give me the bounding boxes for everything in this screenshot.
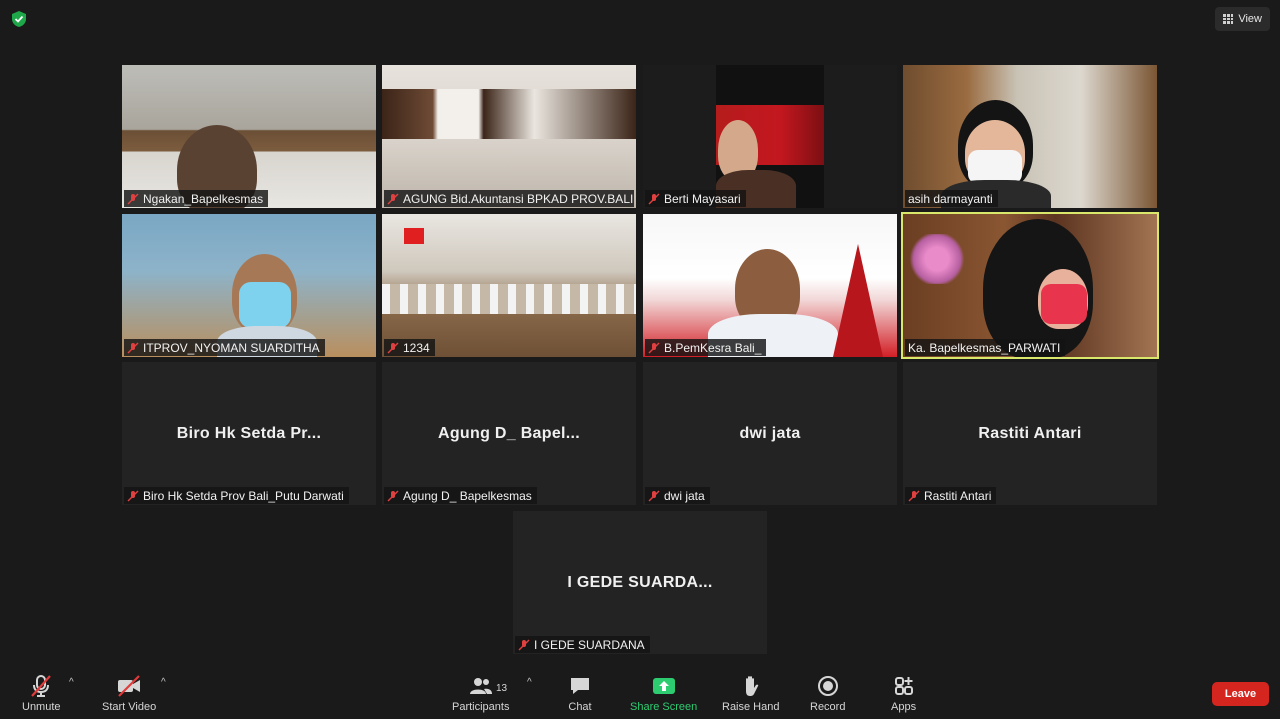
video-tile-3[interactable]: Berti Mayasari xyxy=(643,65,897,208)
share-screen-icon xyxy=(652,678,675,694)
participant-nameplate: Biro Hk Setda Prov Bali_Putu Darwati xyxy=(124,487,349,504)
participant-name: Ngakan_Bapelkesmas xyxy=(143,191,264,206)
participant-nameplate: I GEDE SUARDANA xyxy=(515,636,650,653)
participant-display-name: Agung D_ Bapel... xyxy=(438,424,580,442)
record-icon xyxy=(817,676,838,696)
participant-video xyxy=(643,65,897,208)
apps-icon xyxy=(894,677,913,695)
participant-name: Berti Mayasari xyxy=(664,191,741,206)
chat-icon xyxy=(571,678,589,694)
participant-name: I GEDE SUARDANA xyxy=(534,637,645,652)
participant-name: B.PemKesra Bali_ xyxy=(664,340,762,355)
participant-name: Rastiti Antari xyxy=(924,488,992,503)
mic-muted-icon xyxy=(648,193,660,204)
video-tile-10[interactable]: Agung D_ Bapel... Agung D_ Bapelkesmas xyxy=(382,362,636,505)
participant-nameplate: Ka. Bapelkesmas_PARWATI xyxy=(905,339,1066,356)
participant-nameplate: AGUNG Bid.Akuntansi BPKAD PROV.BALI xyxy=(384,190,634,207)
mic-muted-icon xyxy=(387,193,399,204)
participant-nameplate: dwi jata xyxy=(645,487,710,504)
participant-nameplate: asih darmayanti xyxy=(905,190,998,207)
video-tile-6[interactable]: 1234 xyxy=(382,214,636,357)
participant-video xyxy=(382,214,636,357)
video-tile-9[interactable]: Biro Hk Setda Pr... Biro Hk Setda Prov B… xyxy=(122,362,376,505)
mic-muted-icon xyxy=(908,490,920,501)
participant-nameplate: Ngakan_Bapelkesmas xyxy=(124,190,269,207)
participant-display-name: dwi jata xyxy=(739,424,801,442)
mic-muted-icon xyxy=(387,342,399,353)
raise-hand-icon xyxy=(745,676,759,696)
video-tile-2[interactable]: AGUNG Bid.Akuntansi BPKAD PROV.BALI xyxy=(382,65,636,208)
leave-button[interactable]: Leave xyxy=(1212,682,1269,706)
start-video-label: Start Video xyxy=(102,701,157,713)
participant-video xyxy=(122,65,376,208)
apps-button[interactable]: Apps xyxy=(891,674,916,713)
mic-muted-icon xyxy=(518,639,530,650)
participant-name: AGUNG Bid.Akuntansi BPKAD PROV.BALI xyxy=(403,191,634,206)
meeting-toolbar: Unmute ^ Start Video ^ Participants 13 ^… xyxy=(0,663,1280,719)
video-tile-13[interactable]: I GEDE SUARDA... I GEDE SUARDANA xyxy=(513,511,767,654)
participant-video xyxy=(382,65,636,208)
video-tile-12[interactable]: Rastiti Antari Rastiti Antari xyxy=(903,362,1157,505)
participant-nameplate: B.PemKesra Bali_ xyxy=(645,339,767,356)
video-tile-5[interactable]: ITPROV_NYOMAN SUARDITHA xyxy=(122,214,376,357)
participant-nameplate: ITPROV_NYOMAN SUARDITHA xyxy=(124,339,325,356)
view-button-label: View xyxy=(1238,13,1262,25)
audio-options-chevron-icon[interactable]: ^ xyxy=(69,677,74,688)
participant-video xyxy=(903,65,1157,208)
mic-muted-icon xyxy=(127,490,139,501)
mic-muted-icon xyxy=(127,342,139,353)
raise-hand-label: Raise Hand xyxy=(722,701,780,713)
share-screen-button[interactable]: Share Screen xyxy=(630,674,697,713)
shield-icon[interactable] xyxy=(10,10,28,28)
participant-name: Agung D_ Bapelkesmas xyxy=(403,488,532,503)
participants-icon xyxy=(469,678,492,694)
share-screen-label: Share Screen xyxy=(630,701,698,713)
participant-display-name: I GEDE SUARDA... xyxy=(567,573,713,591)
participant-nameplate: Agung D_ Bapelkesmas xyxy=(384,487,537,504)
chat-label: Chat xyxy=(568,701,592,713)
mic-muted-icon xyxy=(648,490,660,501)
raise-hand-button[interactable]: Raise Hand xyxy=(722,674,779,713)
video-tile-11[interactable]: dwi jata dwi jata xyxy=(643,362,897,505)
video-tile-7[interactable]: B.PemKesra Bali_ xyxy=(643,214,897,357)
participants-label: Participants xyxy=(452,701,510,713)
participant-video xyxy=(122,214,376,357)
start-video-button[interactable]: Start Video xyxy=(102,674,156,713)
participant-nameplate: Berti Mayasari xyxy=(645,190,746,207)
participant-nameplate: Rastiti Antari xyxy=(905,487,997,504)
video-tile-1[interactable]: Ngakan_Bapelkesmas xyxy=(122,65,376,208)
participant-name: Ka. Bapelkesmas_PARWATI xyxy=(908,340,1061,355)
participants-options-chevron-icon[interactable]: ^ xyxy=(527,677,532,688)
unmute-label: Unmute xyxy=(22,701,61,713)
participants-count: 13 xyxy=(496,683,508,694)
video-tile-8-active-speaker[interactable]: Ka. Bapelkesmas_PARWATI xyxy=(901,212,1159,359)
mic-muted-icon xyxy=(387,490,399,501)
apps-label: Apps xyxy=(891,701,917,713)
camera-off-icon xyxy=(118,675,141,697)
participant-display-name: Rastiti Antari xyxy=(978,424,1082,442)
mic-muted-icon xyxy=(648,342,660,353)
mic-muted-icon xyxy=(127,193,139,204)
record-label: Record xyxy=(810,701,846,713)
video-options-chevron-icon[interactable]: ^ xyxy=(161,677,166,688)
video-tile-4[interactable]: asih darmayanti xyxy=(903,65,1157,208)
participant-name: ITPROV_NYOMAN SUARDITHA xyxy=(143,340,320,355)
participant-name: asih darmayanti xyxy=(908,191,993,206)
participant-display-name: Biro Hk Setda Pr... xyxy=(176,424,322,442)
participant-name: dwi jata xyxy=(664,488,705,503)
chat-button[interactable]: Chat xyxy=(568,674,592,713)
unmute-button[interactable]: Unmute xyxy=(22,674,61,713)
record-button[interactable]: Record xyxy=(810,674,845,713)
participant-video xyxy=(643,214,897,357)
participant-nameplate: 1234 xyxy=(384,339,435,356)
microphone-muted-icon xyxy=(31,675,52,697)
grid-view-icon xyxy=(1223,14,1234,24)
participant-name: Biro Hk Setda Prov Bali_Putu Darwati xyxy=(143,488,344,503)
participant-name: 1234 xyxy=(403,340,430,355)
participant-video xyxy=(903,214,1157,357)
view-button[interactable]: View xyxy=(1215,7,1270,31)
